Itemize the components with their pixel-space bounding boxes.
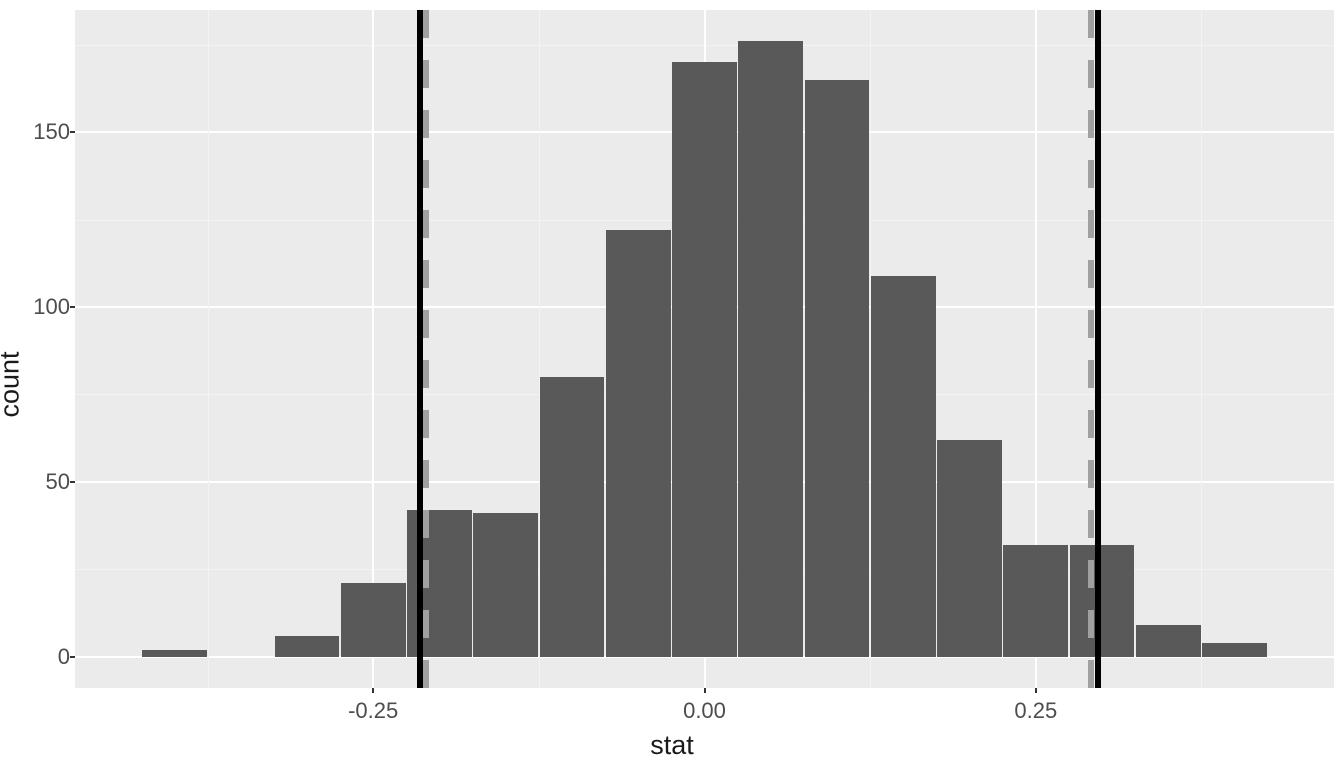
histogram-bar <box>142 650 207 657</box>
x-tick-mark <box>1035 688 1037 693</box>
histogram-bar <box>1070 545 1135 657</box>
histogram-chart: count stat 0 50 100 150 -0.25 0.00 0.25 <box>0 0 1344 768</box>
x-axis-title-text: stat <box>650 730 694 760</box>
y-tick-mark <box>70 131 75 133</box>
histogram-bar <box>805 80 870 657</box>
histogram-bar <box>540 377 605 657</box>
histogram-bar <box>606 230 671 656</box>
histogram-bar <box>871 276 936 657</box>
x-tick-mark <box>704 688 706 693</box>
y-tick-mark <box>70 481 75 483</box>
x-tick-label: 0.00 <box>683 698 726 724</box>
grid-minor-v <box>208 10 209 688</box>
x-tick-label: -0.25 <box>348 698 398 724</box>
reference-line-solid <box>417 10 423 688</box>
histogram-bar <box>1202 643 1267 657</box>
y-tick-mark <box>70 656 75 658</box>
reference-line-dashed <box>1088 10 1094 688</box>
plot-panel <box>75 10 1334 688</box>
histogram-bar <box>473 513 538 656</box>
y-tick-label: 0 <box>10 644 70 670</box>
y-tick-label: 100 <box>10 294 70 320</box>
y-tick-label: 50 <box>10 469 70 495</box>
histogram-bar <box>672 62 737 656</box>
y-axis-title-text: count <box>0 351 26 417</box>
x-tick-mark <box>372 688 374 693</box>
y-tick-mark <box>70 306 75 308</box>
grid-minor-v <box>1201 10 1202 688</box>
reference-line-dashed <box>423 10 429 688</box>
histogram-bar <box>738 41 803 656</box>
histogram-bar <box>1136 625 1201 656</box>
x-tick-label: 0.25 <box>1014 698 1057 724</box>
histogram-bar <box>1003 545 1068 657</box>
y-tick-label: 150 <box>10 119 70 145</box>
histogram-bar <box>275 636 340 657</box>
x-axis-title: stat <box>0 730 1344 761</box>
histogram-bar <box>341 583 406 656</box>
histogram-bar <box>937 440 1002 657</box>
reference-line-solid <box>1095 10 1101 688</box>
